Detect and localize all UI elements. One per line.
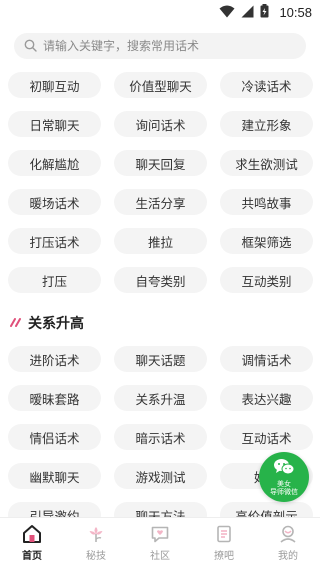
search-icon xyxy=(24,37,37,56)
bottom-nav: 首页 秘技 社区 撩吧 我的 xyxy=(0,517,320,568)
category-chip[interactable]: 求生欲测试 xyxy=(220,150,313,176)
category-chip[interactable]: 幽默聊天 xyxy=(8,463,101,489)
wifi-icon xyxy=(219,3,235,22)
nav-item-profile[interactable]: 我的 xyxy=(256,518,320,568)
category-chip[interactable]: 高价值剖示 xyxy=(220,502,313,518)
category-chip[interactable]: 调情话术 xyxy=(220,346,313,372)
nav-label: 秘技 xyxy=(86,551,106,562)
category-chip[interactable]: 打压话术 xyxy=(8,228,101,254)
nav-label: 首页 xyxy=(22,551,42,562)
profile-icon xyxy=(278,524,298,544)
category-chip[interactable]: 暧昧套路 xyxy=(8,385,101,411)
wechat-icon xyxy=(273,458,295,480)
category-chip[interactable]: 推拉 xyxy=(114,228,207,254)
category-chip[interactable]: 冷读话术 xyxy=(220,72,313,98)
category-chip[interactable]: 化解尴尬 xyxy=(8,150,101,176)
category-chip[interactable]: 初聊互动 xyxy=(8,72,101,98)
fab-label-line2: 导师微信 xyxy=(270,488,298,496)
category-chip[interactable]: 互动话术 xyxy=(220,424,313,450)
home-icon xyxy=(22,524,42,544)
nav-item-home[interactable]: 首页 xyxy=(0,518,64,568)
category-chip[interactable]: 关系升温 xyxy=(114,385,207,411)
search-bar[interactable] xyxy=(14,33,306,59)
nav-label: 我的 xyxy=(278,551,298,562)
category-chip[interactable]: 日常聊天 xyxy=(8,111,101,137)
category-chip[interactable]: 暗示话术 xyxy=(114,424,207,450)
category-chip[interactable]: 游戏测试 xyxy=(114,463,207,489)
app-screen: 10:58 初聊互动价值型聊天冷读话术日常聊天询问话术建立形象化解尴尬聊天回复求… xyxy=(0,0,320,568)
section-header: 关系升高 xyxy=(10,313,320,333)
search-input[interactable] xyxy=(43,39,293,53)
category-chip[interactable]: 引导邀约 xyxy=(8,502,101,518)
category-chip[interactable]: 框架筛选 xyxy=(220,228,313,254)
category-chip[interactable]: 询问话术 xyxy=(114,111,207,137)
section-mark-icon xyxy=(10,315,22,331)
category-chip[interactable]: 聊天回复 xyxy=(114,150,207,176)
community-chat-icon xyxy=(150,524,170,544)
category-chip[interactable]: 进阶话术 xyxy=(8,346,101,372)
category-chip[interactable]: 自夸类别 xyxy=(114,267,207,293)
category-chip[interactable]: 共鸣故事 xyxy=(220,189,313,215)
flower-icon xyxy=(86,524,106,544)
nav-item-secrets[interactable]: 秘技 xyxy=(64,518,128,568)
category-chip[interactable]: 价值型聊天 xyxy=(114,72,207,98)
content-area[interactable]: 初聊互动 价值型聊天 冷读话术日常聊天 询问话术 建立形象化解尴尬 聊天回复 求生欲测试暖场… xyxy=(0,68,320,518)
article-icon xyxy=(214,524,234,544)
section-title: 关系升高 xyxy=(28,316,84,332)
nav-item-flirt-bar[interactable]: 撩吧 xyxy=(192,518,256,568)
fab-label-line1: 美女 xyxy=(277,480,291,488)
nav-item-community[interactable]: 社区 xyxy=(128,518,192,568)
category-chip[interactable]: 聊天方法 xyxy=(114,502,207,518)
signal-icon xyxy=(241,3,254,22)
category-chip[interactable]: 暖场话术 xyxy=(8,189,101,215)
status-bar: 10:58 xyxy=(0,0,320,24)
category-chip[interactable]: 情侣话术 xyxy=(8,424,101,450)
category-chip[interactable]: 表达兴趣 xyxy=(220,385,313,411)
category-chip[interactable]: 互动类别 xyxy=(220,267,313,293)
category-chip[interactable]: 建立形象 xyxy=(220,111,313,137)
wechat-mentor-button[interactable]: 美女 导师微信 xyxy=(259,452,309,502)
status-time: 10:58 xyxy=(279,4,312,20)
nav-label: 社区 xyxy=(150,551,170,562)
category-grid: 初聊互动 价值型聊天 冷读话术日常聊天 询问话术 建立形象化解尴尬 聊天回复 求生欲测试暖场… xyxy=(0,72,320,293)
nav-label: 撩吧 xyxy=(214,551,234,562)
category-chip[interactable]: 聊天话题 xyxy=(114,346,207,372)
battery-icon xyxy=(260,3,269,22)
category-chip[interactable]: 生活分享 xyxy=(114,189,207,215)
category-chip[interactable]: 打压 xyxy=(8,267,101,293)
